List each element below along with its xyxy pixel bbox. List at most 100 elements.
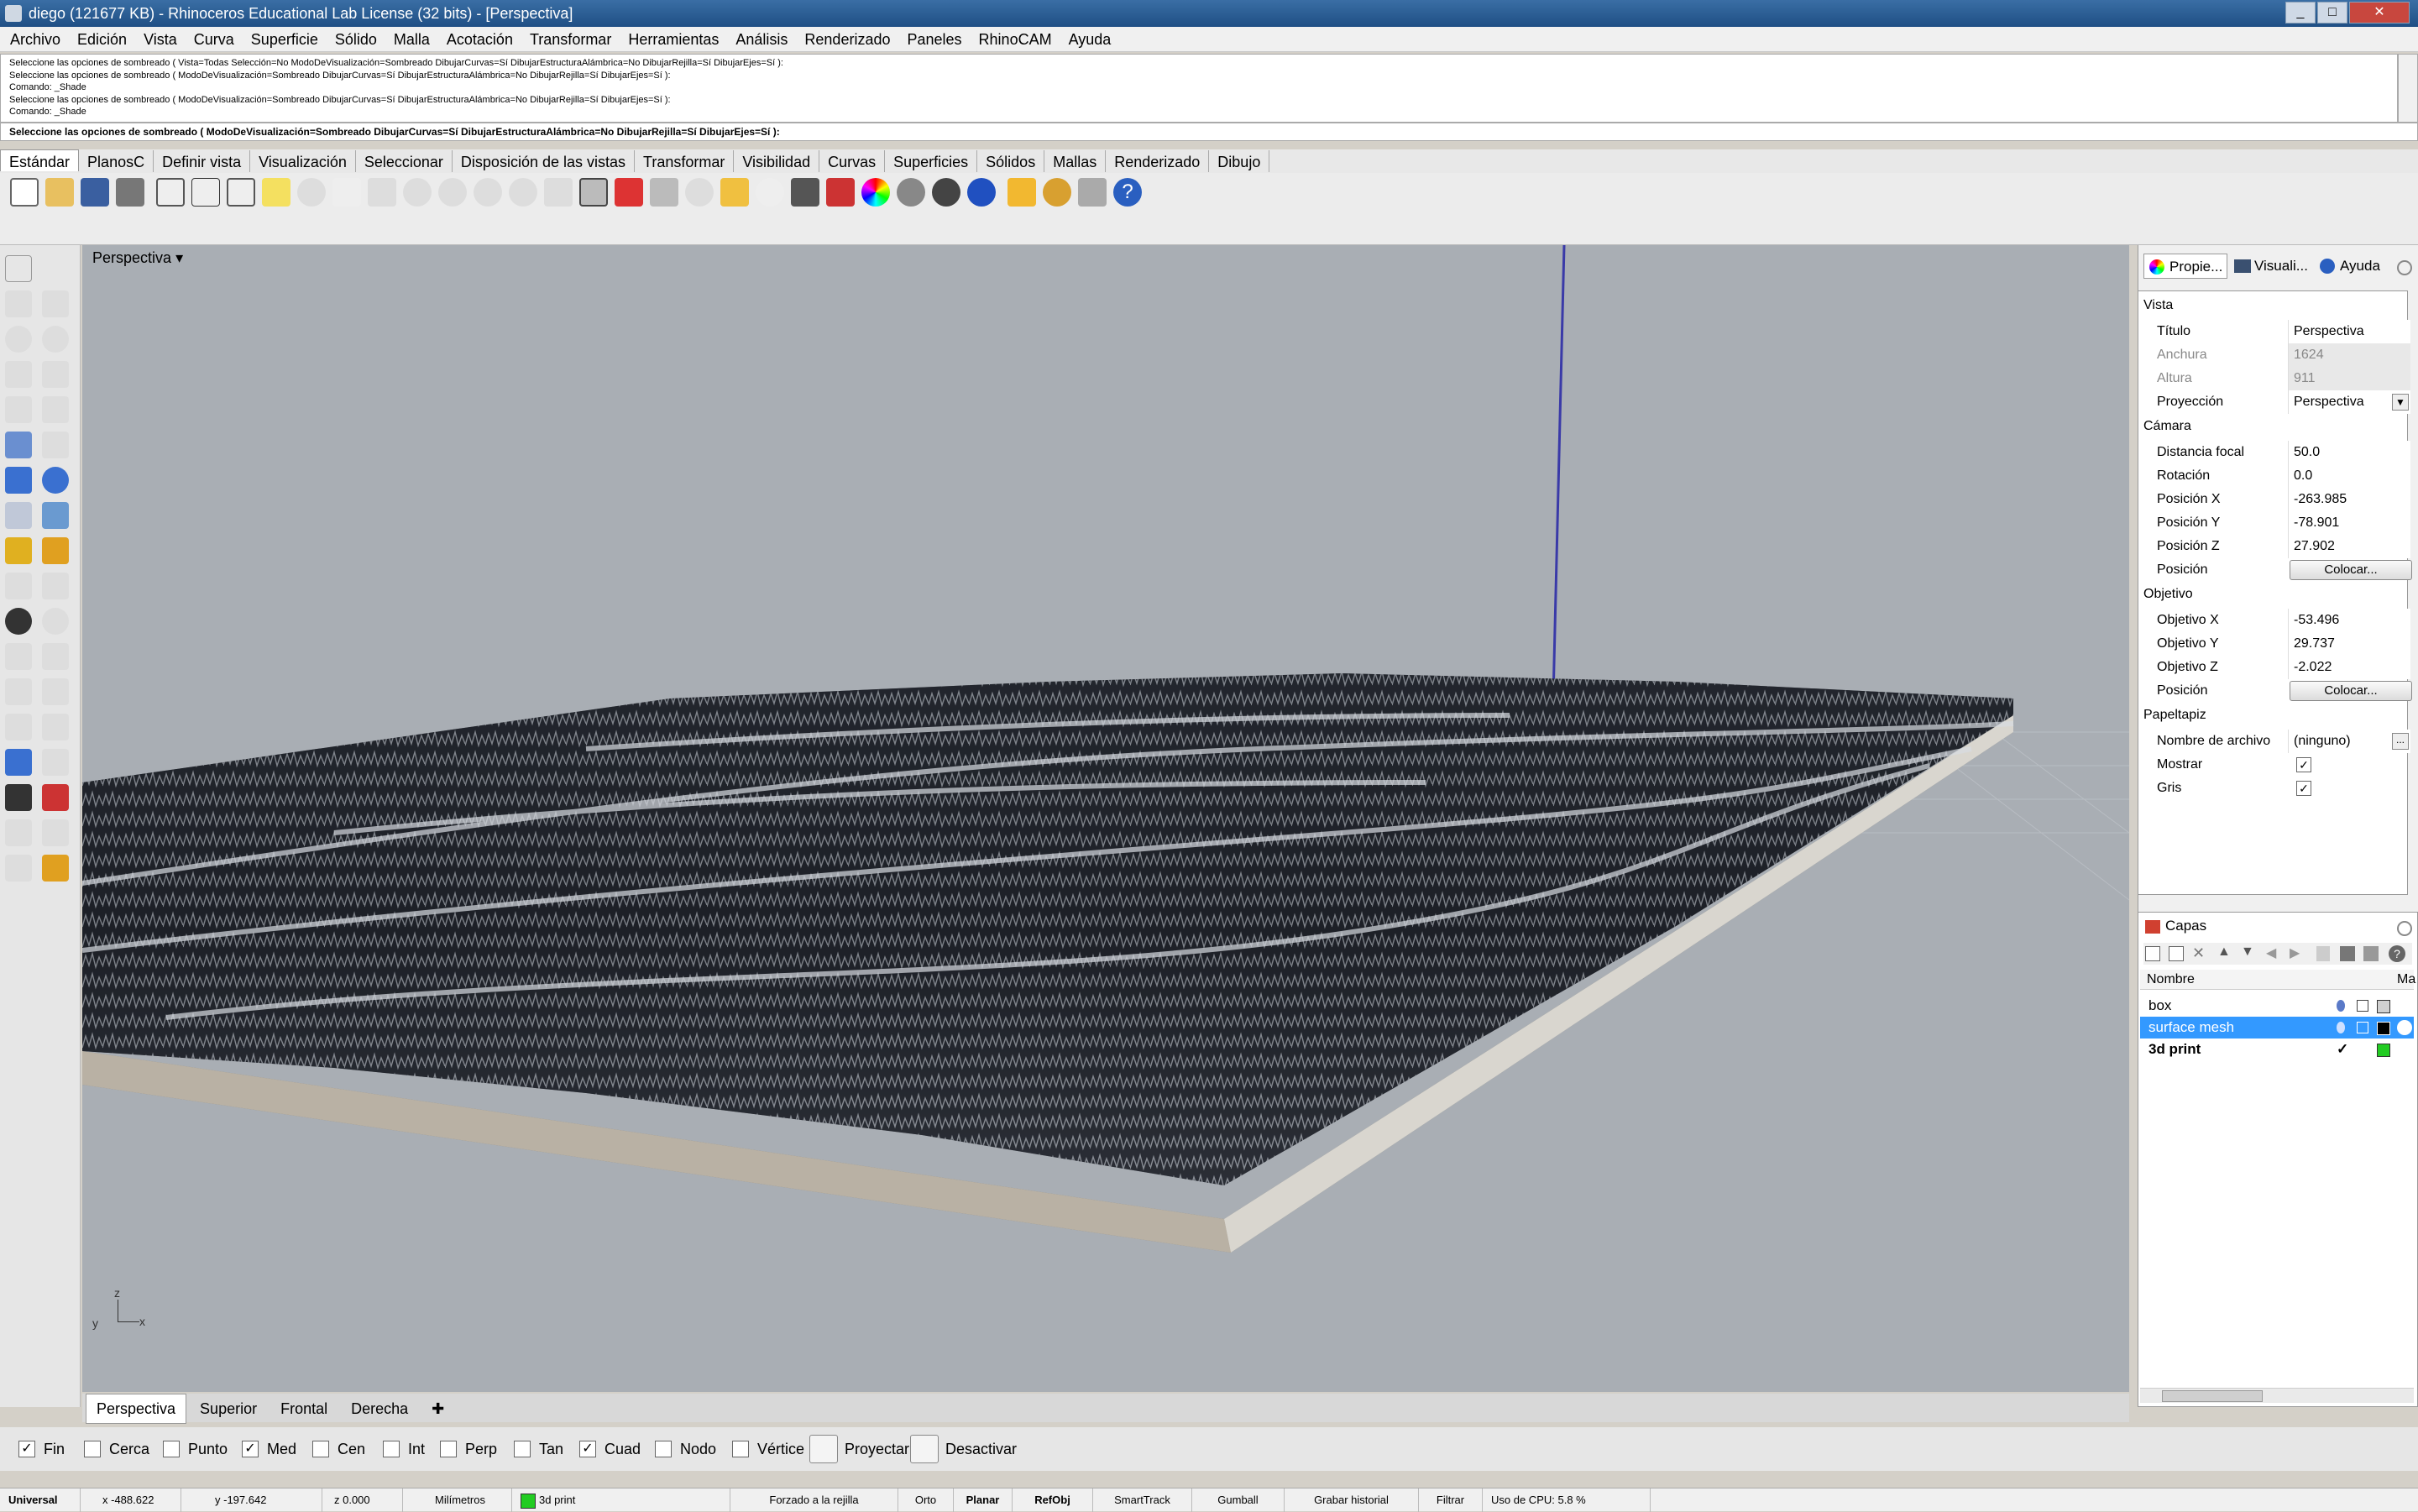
explode-icon[interactable] [5, 537, 32, 564]
ellipse-icon[interactable] [42, 326, 69, 353]
menu-paneles[interactable]: Paneles [907, 31, 961, 48]
loft-icon[interactable] [42, 432, 69, 458]
osnap-cerca-checkbox[interactable] [84, 1441, 101, 1457]
delete-layer-icon[interactable]: ✕ [2192, 944, 2205, 962]
panel-gear-icon[interactable] [2397, 260, 2412, 275]
posx-field[interactable]: -263.985 [2288, 488, 2410, 511]
help-icon[interactable]: ? [1113, 178, 1142, 207]
curve-icon[interactable] [42, 290, 69, 317]
osnap-cuad[interactable]: ✓ Cuad [579, 1439, 641, 1459]
menu-solido[interactable]: Sólido [335, 31, 377, 48]
status-layer[interactable]: 3d print [512, 1488, 730, 1512]
scale-icon[interactable] [42, 678, 69, 705]
new-sublayer-icon[interactable] [2169, 946, 2184, 961]
offset-icon[interactable] [42, 643, 69, 670]
menu-superficie[interactable]: Superficie [251, 31, 318, 48]
menu-archivo[interactable]: Archivo [10, 31, 60, 48]
osnap-tan-checkbox[interactable] [514, 1441, 531, 1457]
new-file-icon[interactable] [10, 178, 39, 207]
tab-solidos[interactable]: Sólidos [977, 150, 1045, 172]
color-wheel-icon[interactable] [861, 178, 890, 207]
layer-clipboard-icon[interactable] [2316, 946, 2330, 961]
chevron-down-icon[interactable]: ▾ [175, 249, 183, 266]
objx-field[interactable]: -53.496 [2288, 609, 2410, 632]
paste-icon[interactable] [262, 178, 290, 207]
point-icon[interactable] [42, 255, 69, 282]
layer-color-swatch[interactable] [2377, 1044, 2390, 1057]
array-icon[interactable] [5, 714, 32, 740]
select-arrow-icon[interactable] [5, 255, 32, 282]
objz-field[interactable]: -2.022 [2288, 656, 2410, 679]
menu-transformar[interactable]: Transformar [530, 31, 611, 48]
save-icon[interactable] [81, 178, 109, 207]
osnap-cen-checkbox[interactable] [312, 1441, 329, 1457]
osnap-tan[interactable]: Tan [514, 1439, 563, 1459]
osnap-med-checkbox[interactable]: ✓ [242, 1441, 259, 1457]
filter-icon[interactable] [2340, 946, 2355, 961]
four-viewports-icon[interactable] [579, 178, 608, 207]
osnap-cerca[interactable]: Cerca [84, 1439, 149, 1459]
copy-icon[interactable] [227, 178, 255, 207]
layers-gear-icon[interactable] [2397, 921, 2412, 936]
tab-visualizacion-panel[interactable]: Visuali... [2229, 254, 2313, 279]
layer-color-swatch[interactable] [2377, 1022, 2390, 1035]
lamp-icon[interactable] [1008, 178, 1036, 207]
circle-icon[interactable] [5, 326, 32, 353]
eraser-icon[interactable] [5, 855, 32, 882]
status-planar[interactable]: Planar [954, 1488, 1013, 1512]
menu-acotacion[interactable]: Acotación [447, 31, 513, 48]
shaded-sphere-icon[interactable] [897, 178, 925, 207]
arc-icon[interactable] [5, 361, 32, 388]
tab-ayuda-panel[interactable]: Ayuda [2315, 254, 2390, 279]
menu-herramientas[interactable]: Herramientas [628, 31, 719, 48]
cplane-icon[interactable] [685, 178, 714, 207]
copy-view-icon[interactable] [156, 178, 185, 207]
tab-derecha[interactable]: Derecha [341, 1394, 418, 1423]
viewport-title[interactable]: Perspectiva ▾ [92, 247, 183, 269]
open-folder-icon[interactable] [45, 178, 74, 207]
layer-color-swatch[interactable] [2377, 1000, 2390, 1013]
measure-icon[interactable] [42, 749, 69, 776]
pan-hand-icon[interactable] [332, 178, 361, 207]
desactivar-toggle[interactable]: Desactivar [910, 1435, 1017, 1463]
tab-mallas[interactable]: Mallas [1044, 150, 1107, 172]
perspective-viewport[interactable]: Perspectiva ▾ z y x [82, 245, 2129, 1392]
menu-analisis[interactable]: Análisis [735, 31, 788, 48]
gumball-icon[interactable] [42, 784, 69, 811]
layers-horizontal-scrollbar[interactable] [2140, 1388, 2414, 1403]
status-cplane[interactable]: Universal [0, 1488, 81, 1512]
grid-array-icon[interactable] [5, 784, 32, 811]
titulo-field[interactable]: Perspectiva [2288, 320, 2410, 343]
zoom-window-icon[interactable] [438, 178, 467, 207]
menu-malla[interactable]: Malla [394, 31, 430, 48]
status-gumball[interactable]: Gumball [1192, 1488, 1285, 1512]
boolean-icon[interactable] [42, 467, 69, 494]
lightbulb-icon[interactable] [2337, 1022, 2345, 1033]
rendered-sphere-icon[interactable] [932, 178, 960, 207]
status-history[interactable]: Grabar historial [1285, 1488, 1419, 1512]
ungroup-icon[interactable] [42, 608, 69, 635]
tab-perspectiva[interactable]: Perspectiva [86, 1394, 187, 1424]
layer-row-surface-mesh[interactable]: surface mesh [2140, 1017, 2414, 1039]
menu-edicion[interactable]: Edición [77, 31, 127, 48]
tab-dibujo[interactable]: Dibujo [1209, 150, 1270, 172]
osnap-perp[interactable]: Perp [440, 1439, 497, 1459]
layer-help-icon[interactable]: ? [2389, 945, 2405, 962]
lightbulb-icon[interactable] [2337, 1000, 2345, 1012]
tab-renderizado[interactable]: Renderizado [1106, 150, 1210, 172]
osnap-fin-checkbox[interactable]: ✓ [18, 1441, 35, 1457]
menu-renderizado[interactable]: Renderizado [804, 31, 890, 48]
check-icon[interactable] [42, 819, 69, 846]
browse-button[interactable]: ... [2392, 733, 2409, 750]
undo-view-icon[interactable] [544, 178, 573, 207]
layer-row-3d-print[interactable]: 3d print ✓ [2140, 1039, 2414, 1060]
tab-visibilidad[interactable]: Visibilidad [734, 150, 820, 172]
undo-icon[interactable] [297, 178, 326, 207]
lock-icon[interactable] [2357, 1022, 2368, 1033]
render-icon[interactable] [967, 178, 996, 207]
surface-icon[interactable] [5, 432, 32, 458]
add-viewport-icon[interactable]: ✚ [421, 1394, 454, 1423]
trim-icon[interactable] [5, 573, 32, 599]
move-up-icon[interactable]: ▲ [2217, 944, 2231, 960]
current-layer-check-icon[interactable]: ✓ [2337, 1039, 2348, 1060]
